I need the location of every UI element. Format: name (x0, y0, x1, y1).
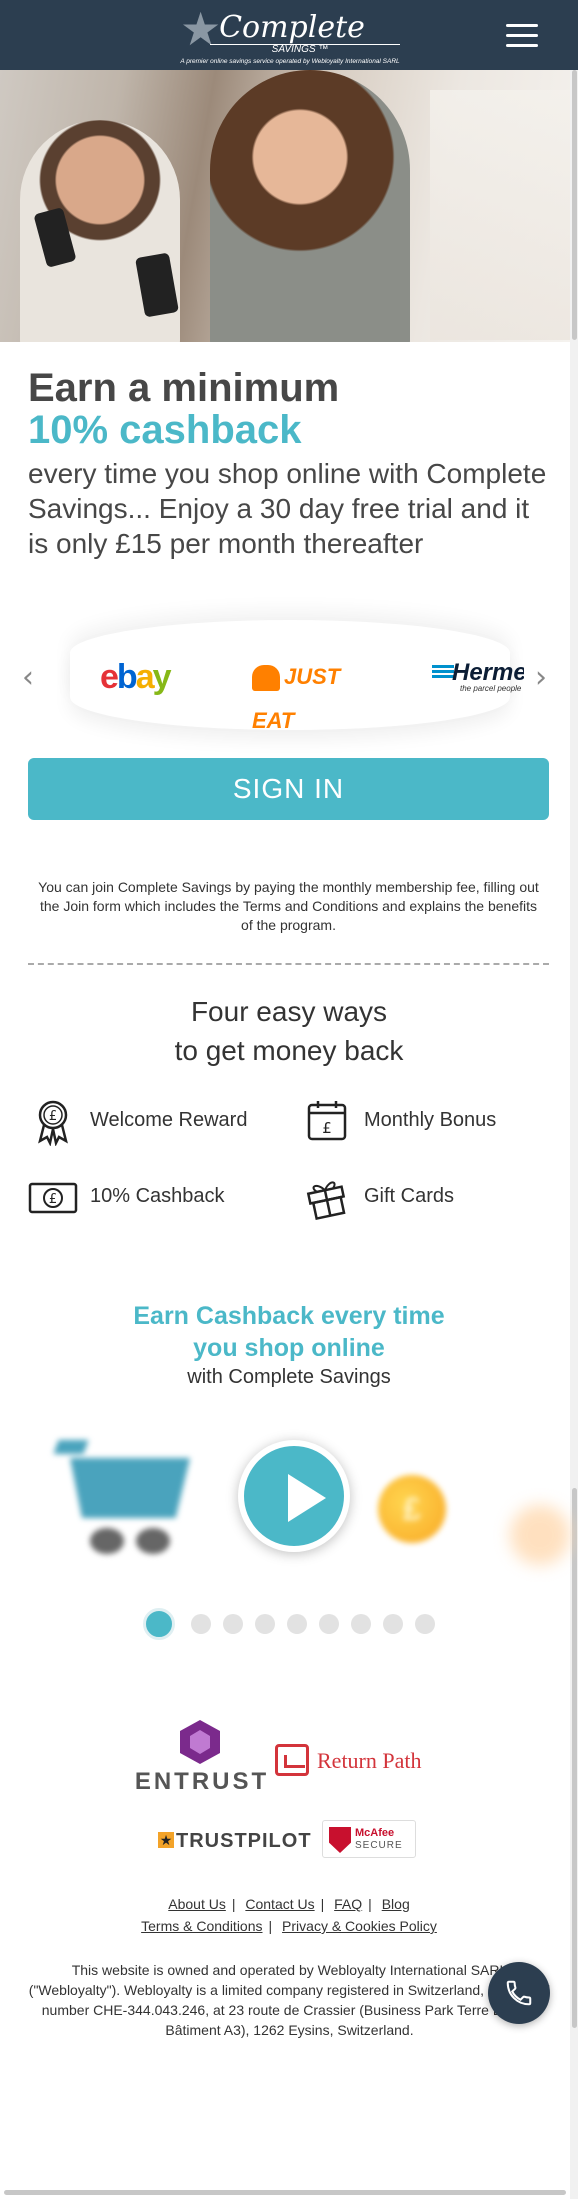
logo-sub-text: SAVINGS ™ (271, 44, 329, 55)
gift-icon (306, 1181, 346, 1221)
carousel-dot[interactable] (287, 1614, 307, 1634)
ways-title: Four easy ways to get money back (174, 996, 404, 1066)
logo-main-text: Complete (219, 10, 365, 45)
just-eat-hat-icon (252, 665, 280, 692)
banknote-icon: £ (28, 1182, 78, 1214)
vertical-scrollbar-thumb[interactable] (572, 70, 577, 340)
phone-icon (506, 1980, 532, 2006)
footer-links-row2: Terms & Conditions | Privacy & Cookies Po… (141, 1918, 437, 1934)
svg-text:£: £ (49, 1109, 57, 1124)
return-path-arrow-icon (275, 1744, 309, 1776)
chevron-right-icon[interactable]: › (535, 660, 547, 695)
earn-heading-line1: Earn Cashback every time (133, 1302, 445, 1330)
entrust-logo[interactable]: ENTRUST (132, 1720, 272, 1795)
way-label: Gift Cards (364, 1185, 455, 1207)
section-divider (28, 963, 549, 965)
hamburger-menu-icon[interactable] (506, 24, 538, 48)
earn-subheading: with Complete Savings (187, 1366, 391, 1388)
pound-coin-icon: £ (378, 1475, 446, 1543)
carousel-dot[interactable] (319, 1614, 339, 1634)
footer-link-blog[interactable]: Blog (382, 1896, 410, 1912)
way-label: Welcome Reward (90, 1109, 248, 1131)
join-description: You can join Complete Savings by paying … (38, 879, 539, 933)
phone-call-button[interactable] (488, 1962, 550, 2024)
trustpilot-star-icon: ★ (158, 1832, 174, 1848)
footer-link-privacy[interactable]: Privacy & Cookies Policy (282, 1918, 437, 1934)
legal-notice: This website is owned and operated by We… (28, 1962, 551, 2038)
footer-links-row1: About Us | Contact Us | FAQ | Blog (168, 1896, 410, 1912)
chevron-left-icon[interactable]: ‹ (22, 660, 34, 695)
carousel-dot[interactable] (191, 1614, 211, 1634)
hero-image (0, 70, 570, 342)
hero-background (430, 90, 570, 340)
footer-link-faq[interactable]: FAQ (334, 1896, 362, 1912)
hermes-name: Hermes (452, 659, 524, 686)
carousel-dot[interactable] (223, 1614, 243, 1634)
brand-ebay-logo[interactable]: ebay (100, 655, 190, 699)
entrust-hexagon-icon (180, 1720, 220, 1764)
footer-link-terms[interactable]: Terms & Conditions (141, 1918, 262, 1934)
mcafee-shield-icon (329, 1827, 351, 1853)
intro-accent: 10% cashback (28, 408, 302, 452)
award-ribbon-icon: £ (38, 1100, 68, 1146)
intro-title: Earn a minimum (28, 366, 340, 410)
hero-person-woman (210, 70, 410, 342)
hermes-stripes-icon (432, 665, 454, 681)
footer-link-contact-us[interactable]: Contact Us (245, 1896, 314, 1912)
vertical-scrollbar-thumb-secondary[interactable] (572, 1488, 577, 2028)
carousel-dot[interactable] (143, 1608, 175, 1640)
shopping-cart-icon (50, 1440, 200, 1560)
logo-tagline: A premier online savings service operate… (180, 58, 400, 65)
way-label: Monthly Bonus (364, 1109, 497, 1131)
play-icon (288, 1474, 326, 1522)
site-header: ★ Complete SAVINGS ™ A premier online sa… (0, 0, 578, 70)
carousel-pagination (143, 1606, 443, 1640)
brand-hermes-logo[interactable]: Hermes the parcel people (432, 655, 524, 699)
calendar-pound-icon: £ (307, 1101, 347, 1141)
carousel-dot[interactable] (255, 1614, 275, 1634)
svg-text:£: £ (49, 1192, 57, 1207)
svg-text:£: £ (322, 1119, 332, 1137)
carousel-dot[interactable] (351, 1614, 371, 1634)
intro-body: every time you shop online with Complete… (28, 458, 547, 559)
sign-in-button[interactable]: SIGN IN (28, 758, 549, 820)
horizontal-scrollbar-thumb[interactable] (4, 2190, 566, 2195)
play-video-button[interactable] (238, 1440, 350, 1552)
hermes-slogan: the parcel people (460, 684, 522, 693)
way-label: 10% Cashback (90, 1185, 225, 1207)
coin-blur-icon (510, 1505, 570, 1565)
footer-link-about-us[interactable]: About Us (168, 1896, 226, 1912)
trustpilot-logo[interactable]: ★ TRUSTPILOT (158, 1828, 311, 1854)
brand-just-eat-logo[interactable]: JUST EAT (252, 655, 382, 733)
carousel-dot[interactable] (383, 1614, 403, 1634)
return-path-logo[interactable]: Return Path (275, 1742, 445, 1782)
carousel-dot[interactable] (415, 1614, 435, 1634)
mcafee-secure-badge[interactable]: McAfee SECURE (322, 1820, 416, 1858)
complete-savings-logo[interactable]: ★ Complete SAVINGS ™ A premier online sa… (170, 6, 410, 66)
earn-heading-line2: you shop online (193, 1334, 385, 1362)
